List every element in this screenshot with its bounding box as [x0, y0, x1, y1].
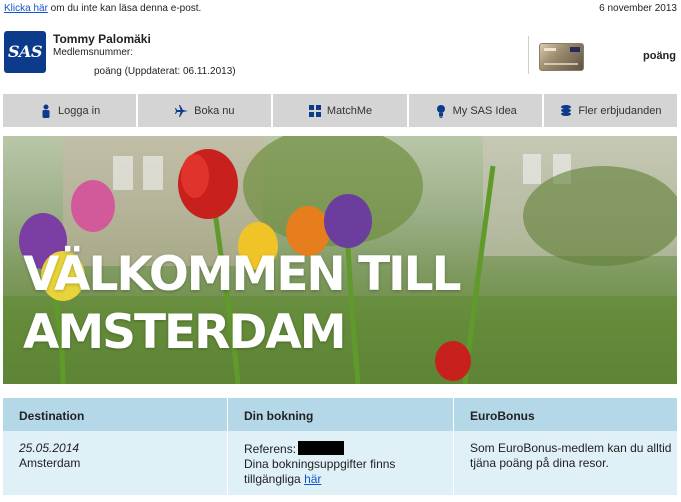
points-balance: poäng	[643, 50, 676, 62]
nav-logga-in[interactable]: Logga in	[3, 94, 139, 127]
redacted-reference	[298, 441, 345, 455]
booking-table: Destination Din bokning EuroBonus 25.05.…	[3, 398, 677, 495]
destination-cell: 25.05.2014 Amsterdam	[3, 431, 227, 495]
nav-label: Logga in	[57, 104, 101, 117]
main-nav: Logga in Boka nu MatchMe My SAS Idea Fle…	[3, 94, 678, 127]
booking-cell: Referens: Dina bokningsuppgifter finns t…	[227, 431, 453, 495]
eurobonus-cell: Som EuroBonus-medlem kan du alltid tjäna…	[453, 431, 677, 495]
table-row: 25.05.2014 Amsterdam Referens: Dina bokn…	[3, 431, 677, 495]
hero-title-line1: VÄLKOMMEN TILL	[23, 247, 462, 302]
col-eurobonus: EuroBonus	[453, 398, 677, 431]
eurobonus-text: Som EuroBonus-medlem kan du alltid tjäna…	[470, 441, 672, 470]
table-header-row: Destination Din bokning EuroBonus	[3, 398, 677, 431]
col-destination: Destination	[19, 409, 85, 423]
nav-label: Boka nu	[194, 104, 235, 117]
sas-logo[interactable]: SAS	[4, 31, 46, 73]
eurobonus-card-image	[539, 43, 584, 71]
coins-icon	[561, 104, 572, 116]
grid-icon	[308, 104, 321, 117]
member-name: Tommy Palomäki	[53, 32, 151, 46]
hero-banner[interactable]: VÄLKOMMEN TILL AMSTERDAM	[3, 136, 677, 384]
nav-label: Fler erbjudanden	[578, 104, 662, 117]
view-in-browser-link[interactable]: Klicka här	[4, 3, 48, 14]
airplane-icon	[175, 104, 189, 117]
hero-title-line2: AMSTERDAM	[23, 305, 347, 360]
nav-fler-erbjudanden[interactable]: Fler erbjudanden	[543, 94, 678, 127]
member-number-label: Medlemsnummer:	[53, 47, 134, 58]
reference-label: Referens:	[244, 442, 297, 456]
lightbulb-icon	[436, 104, 445, 118]
nav-boka-nu[interactable]: Boka nu	[138, 94, 274, 127]
nav-matchme[interactable]: MatchMe	[273, 94, 409, 127]
nav-my-sas-idea[interactable]: My SAS Idea	[408, 94, 544, 127]
points-updated: poäng (Uppdaterat: 06.11.2013)	[94, 66, 236, 77]
nav-label: My SAS Idea	[452, 104, 517, 117]
col-din-bokning: Din bokning	[227, 398, 453, 431]
topbar-text: om du inte kan läsa denna e-post.	[47, 3, 202, 14]
header-divider	[528, 36, 529, 74]
travel-date: 25.05.2014	[19, 441, 80, 455]
member-header: SAS Tommy Palomäki Medlemsnummer: poäng …	[0, 28, 681, 84]
email-topbar: Klicka här om du inte kan läsa denna e-p…	[4, 3, 677, 17]
booking-details-link[interactable]: här	[304, 472, 321, 486]
person-icon	[42, 104, 50, 118]
destination-city: Amsterdam	[19, 456, 81, 470]
email-date: 6 november 2013	[599, 3, 677, 14]
nav-label: MatchMe	[326, 104, 373, 117]
